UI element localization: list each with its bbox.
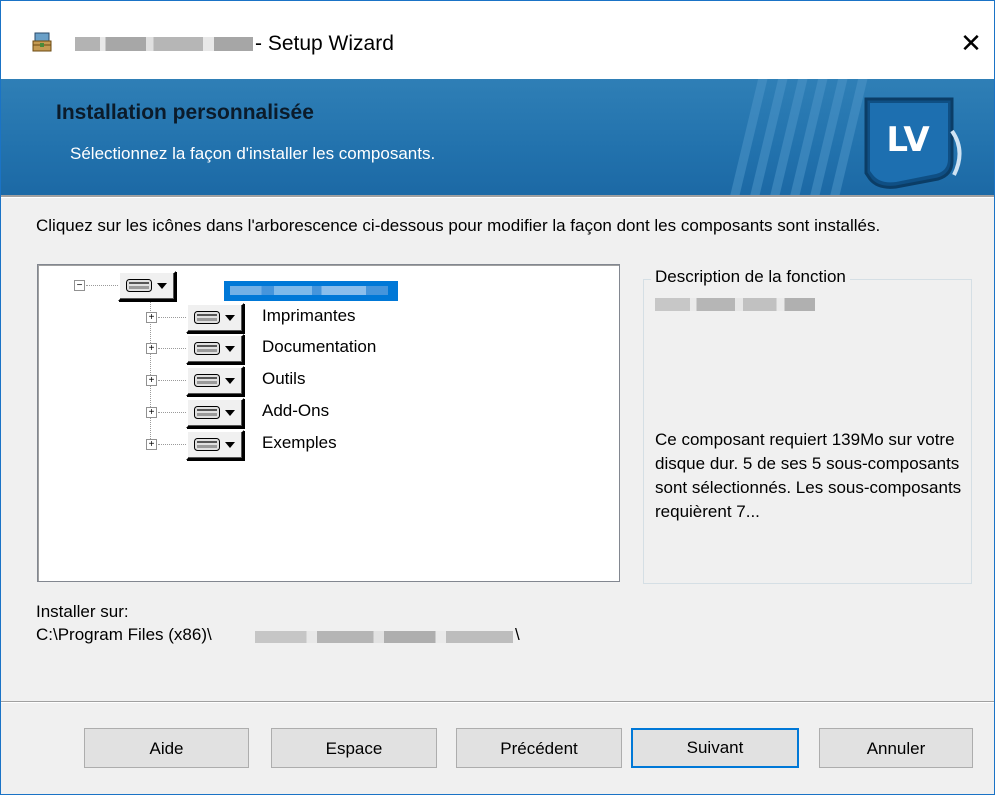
header-divider — [1, 195, 994, 198]
tree-node-label: Imprimantes — [262, 306, 356, 325]
install-option-dropdown[interactable] — [186, 398, 244, 428]
expand-icon[interactable]: + — [146, 375, 157, 386]
tree-node[interactable]: + Imprimantes — [38, 303, 617, 333]
hard-drive-icon — [194, 311, 220, 324]
labview-logo-icon: LV — [864, 97, 962, 189]
feature-tree[interactable]: − + Imprimantes + Documentation + Outils… — [37, 264, 620, 582]
setup-wizard-window: - Setup Wizard ✕ 2 Installation personna… — [0, 0, 995, 795]
feature-description-text: Ce composant requiert 139Mo sur votre di… — [655, 430, 962, 521]
tree-node[interactable]: + Add-Ons — [38, 398, 617, 428]
install-path-suffix: \ — [515, 625, 520, 644]
back-button[interactable]: Précédent — [456, 728, 622, 768]
hard-drive-icon — [194, 406, 220, 419]
disk-space-button[interactable]: Espace — [271, 728, 437, 768]
cancel-button[interactable]: Annuler — [819, 728, 973, 768]
chevron-down-icon — [225, 346, 235, 352]
tree-node-label: Exemples — [262, 433, 337, 452]
instruction-text: Cliquez sur les icônes dans l'arborescen… — [36, 216, 881, 235]
install-path-prefix: C:\Program Files (x86)\ — [36, 625, 212, 644]
next-button[interactable]: Suivant — [631, 728, 799, 768]
footer-divider — [1, 701, 994, 703]
install-option-dropdown[interactable] — [186, 334, 244, 364]
tree-node[interactable]: + Outils — [38, 366, 617, 396]
close-button[interactable]: ✕ — [951, 23, 991, 63]
install-option-dropdown[interactable] — [186, 366, 244, 396]
expand-icon[interactable]: + — [146, 343, 157, 354]
expand-icon[interactable]: + — [146, 407, 157, 418]
tree-node-root[interactable]: − — [38, 271, 617, 301]
hard-drive-icon — [194, 374, 220, 387]
tree-node[interactable]: + Documentation — [38, 334, 617, 364]
window-title: - Setup Wizard — [255, 32, 394, 55]
redacted-install-path — [255, 631, 513, 643]
feature-description-legend: Description de la fonction — [651, 267, 850, 287]
tree-connector — [158, 348, 186, 349]
header-banner: 2 Installation personnalisée Sélectionne… — [1, 79, 994, 195]
tree-node[interactable]: + Exemples — [38, 430, 617, 460]
tree-node-root-label[interactable] — [224, 281, 398, 301]
install-option-dropdown[interactable] — [186, 430, 244, 460]
redacted-feature-name — [655, 298, 815, 311]
banner-title: Installation personnalisée — [56, 101, 314, 124]
hard-drive-icon — [194, 342, 220, 355]
chevron-down-icon — [225, 378, 235, 384]
installer-icon — [32, 32, 52, 52]
redacted-app-name — [75, 37, 253, 51]
collapse-icon[interactable]: − — [74, 280, 85, 291]
tree-node-label: Add-Ons — [262, 401, 330, 420]
chevron-down-icon — [157, 283, 167, 289]
expand-icon[interactable]: + — [146, 312, 157, 323]
logo-text: LV — [886, 120, 930, 160]
expand-icon[interactable]: + — [146, 439, 157, 450]
help-button[interactable]: Aide — [84, 728, 249, 768]
chevron-down-icon — [225, 315, 235, 321]
tree-connector — [158, 380, 186, 381]
hard-drive-icon — [194, 438, 220, 451]
install-location-label: Installer sur: — [36, 602, 129, 621]
tree-connector — [158, 444, 186, 445]
install-option-dropdown[interactable] — [118, 271, 176, 301]
hard-drive-icon — [126, 279, 152, 292]
tree-connector — [158, 317, 186, 318]
banner-subtitle: Sélectionnez la façon d'installer les co… — [70, 144, 436, 163]
tree-node-label: Outils — [262, 369, 306, 388]
install-option-dropdown[interactable] — [186, 303, 244, 333]
chevron-down-icon — [225, 410, 235, 416]
tree-node-label: Documentation — [262, 337, 377, 356]
redacted-product-name — [230, 286, 388, 295]
tree-connector — [158, 412, 186, 413]
title-bar: - Setup Wizard ✕ — [1, 1, 994, 79]
chevron-down-icon — [225, 442, 235, 448]
